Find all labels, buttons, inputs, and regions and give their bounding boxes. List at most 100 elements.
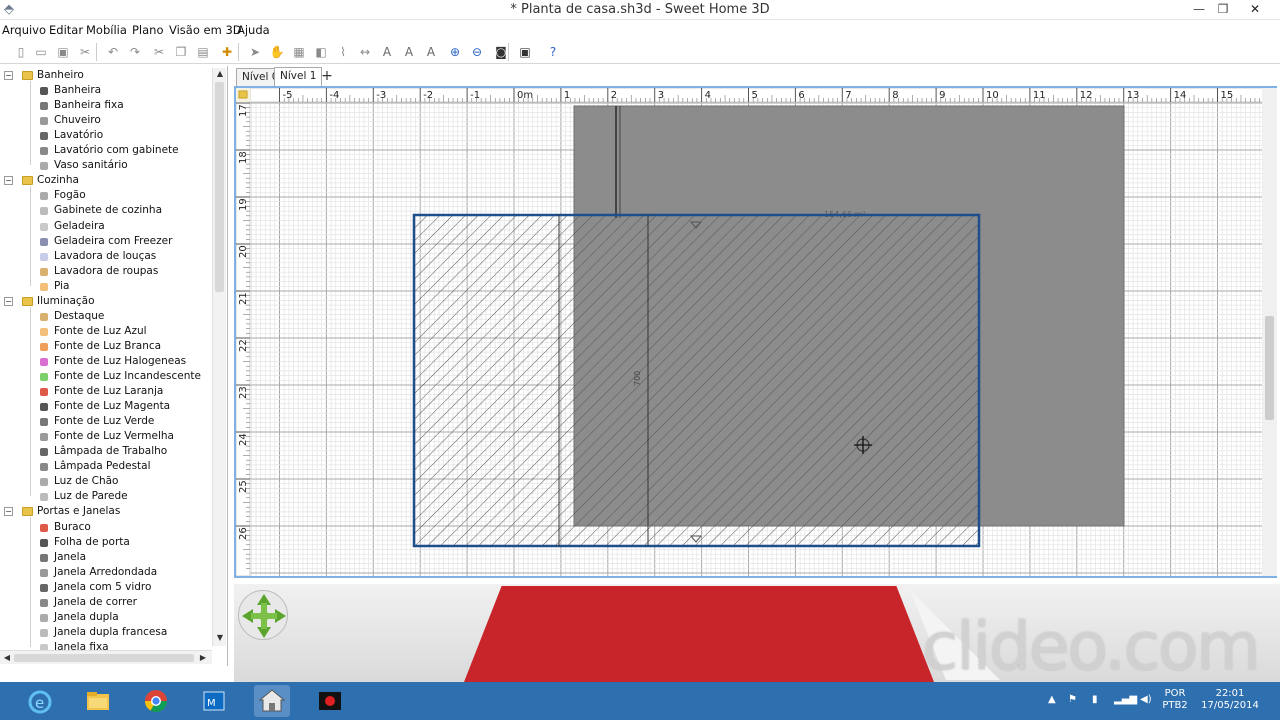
catalog-item[interactable]: Fonte de Luz Verde [0,414,212,429]
catalog-item[interactable]: Folha de porta [0,535,212,550]
collapse-toggle-icon[interactable]: − [4,296,13,306]
catalog-category[interactable]: − Portas e Janelas [0,504,212,519]
scroll-right-arrow[interactable]: ▶ [197,652,209,664]
scroll-left-arrow[interactable]: ◀ [1,652,13,664]
catalog-item[interactable]: Fonte de Luz Branca [0,339,212,354]
menu-ajuda[interactable]: Ajuda [237,23,270,37]
text-style-icon[interactable]: A [400,43,418,61]
cut-icon[interactable]: ✂ [150,43,168,61]
catalog-item[interactable]: Lâmpada Pedestal [0,459,212,474]
catalog-item[interactable]: Luz de Parede [0,489,212,504]
collapse-toggle-icon[interactable]: − [4,507,13,517]
catalog-item[interactable]: Fonte de Luz Magenta [0,399,212,414]
catalog-item[interactable]: Banheira [0,83,212,98]
create-dimensions-icon[interactable]: ↔ [356,43,374,61]
plan-view[interactable]: 154,66 m²700-5-4-3-2-10m1234567891011121… [234,86,1277,578]
catalog-item[interactable]: Pia [0,279,212,294]
close-button[interactable]: ✕ [1242,0,1268,18]
3d-navigation-control[interactable] [238,590,288,640]
catalog-item[interactable]: Geladeira com Freezer [0,234,212,249]
volume-icon[interactable]: ◀) [1140,694,1152,706]
photo-icon[interactable]: ◙ [492,43,510,61]
menu-arquivo[interactable]: Arquivo [2,23,46,37]
catalog-category[interactable]: − Banheiro [0,68,212,83]
catalog-item[interactable]: Fogão [0,188,212,203]
catalog-item[interactable]: Janela [0,550,212,565]
catalog-item[interactable]: Fonte de Luz Vermelha [0,429,212,444]
language-indicator[interactable]: POR PTB2 [1158,688,1192,712]
catalog-item[interactable]: Chuveiro [0,113,212,128]
scroll-thumb[interactable] [14,654,194,662]
catalog-item[interactable]: Banheira fixa [0,98,212,113]
zoom-out-icon[interactable]: ⊖ [468,43,486,61]
add-level-button[interactable]: + [318,68,336,86]
catalog-item[interactable]: Fonte de Luz Incandescente [0,369,212,384]
catalog-vertical-scrollbar[interactable]: ▲ ▼ [212,68,226,646]
signal-icon[interactable]: ▂▄▆ [1114,694,1137,706]
catalog-item[interactable]: Geladeira [0,219,212,234]
plan-vertical-scrollbar[interactable] [1262,88,1277,576]
open-icon[interactable]: ▭ [32,43,50,61]
catalog-item[interactable]: Luz de Chão [0,474,212,489]
menu-plano[interactable]: Plano [132,23,164,37]
catalog-item[interactable]: Janela com 5 vidro [0,580,212,595]
menu-editar[interactable]: Editar [49,23,83,37]
save-icon[interactable]: ▣ [54,43,72,61]
cut-icon[interactable]: ✂ [76,43,94,61]
scroll-thumb[interactable] [1265,316,1274,420]
explorer-icon[interactable] [80,685,116,717]
catalog-item[interactable]: Janela dupla francesa [0,625,212,640]
catalog-item[interactable]: Janela de correr [0,595,212,610]
3d-view[interactable]: clideo.com [234,584,1280,682]
create-rooms-icon[interactable]: ◧ [312,43,330,61]
catalog-item[interactable]: Destaque [0,309,212,324]
catalog-item[interactable]: Vaso sanitário [0,158,212,173]
scroll-up-arrow[interactable]: ▲ [214,68,226,80]
ie-icon[interactable]: e [22,685,58,717]
catalog-category[interactable]: − Iluminação [0,294,212,309]
chrome-icon[interactable] [138,685,174,717]
catalog-item[interactable]: Gabinete de cozinha [0,203,212,218]
catalog-item[interactable]: Lâmpada de Trabalho [0,444,212,459]
text-bold-icon[interactable]: A [422,43,440,61]
catalog-item[interactable]: Fonte de Luz Halogeneas [0,354,212,369]
copy-icon[interactable]: ❐ [172,43,190,61]
paste-icon[interactable]: ▤ [194,43,212,61]
undo-icon[interactable]: ↶ [104,43,122,61]
catalog-item[interactable]: Lavatório com gabinete [0,143,212,158]
collapse-toggle-icon[interactable]: − [4,71,13,80]
help-icon[interactable]: ? [544,43,562,61]
catalog-item[interactable]: Lavadora de roupas [0,264,212,279]
collapse-toggle-icon[interactable]: − [4,176,13,186]
zoom-in-icon[interactable]: ⊕ [446,43,464,61]
create-polylines-icon[interactable]: ⌇ [334,43,352,61]
scroll-thumb[interactable] [215,82,224,292]
catalog-horizontal-scrollbar[interactable]: ◀ ▶ [0,650,212,664]
minimize-button[interactable]: — [1186,0,1212,18]
clock[interactable]: 22:01 17/05/2014 [1198,688,1262,712]
menu-mobilia[interactable]: Mobília [86,23,127,37]
pan-icon[interactable]: ✋ [268,43,286,61]
tab-level-1[interactable]: Nível 1 [274,67,323,86]
network-icon[interactable]: ▮ [1092,694,1098,706]
scroll-down-arrow[interactable]: ▼ [214,632,226,644]
maximize-button[interactable]: ❐ [1210,0,1236,18]
catalog-item[interactable]: Lavadora de louças [0,249,212,264]
catalog-item[interactable]: Fonte de Luz Laranja [0,384,212,399]
navigation-arrows-icon[interactable] [239,591,289,641]
menu-visao-3d[interactable]: Visão em 3D [169,23,242,37]
new-icon[interactable]: ▯ [12,43,30,61]
catalog-category[interactable]: − Cozinha [0,173,212,188]
select-icon[interactable]: ➤ [246,43,264,61]
create-labels-icon[interactable]: A [378,43,396,61]
add-furniture-icon[interactable]: ✚ [218,43,236,61]
catalog-item[interactable]: Janela Arredondada [0,565,212,580]
redo-icon[interactable]: ↷ [126,43,144,61]
catalog-item[interactable]: Buraco [0,520,212,535]
catalog-item[interactable]: Janela dupla [0,610,212,625]
video-icon[interactable]: ▣ [516,43,534,61]
show-hidden-icons[interactable]: ▲ [1048,694,1056,706]
create-walls-icon[interactable]: ▦ [290,43,308,61]
action-center-icon[interactable]: ⚑ [1068,694,1077,706]
sweethome3d-icon[interactable] [254,685,290,717]
